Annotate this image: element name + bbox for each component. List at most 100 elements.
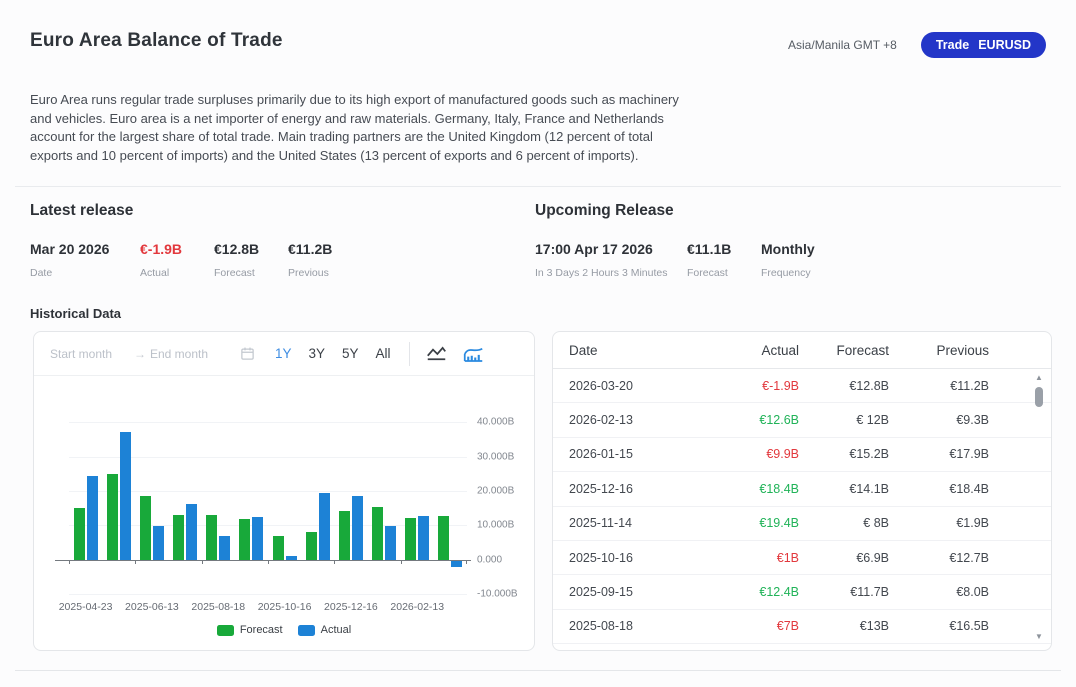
- y-axis-label: 40.000B: [477, 417, 514, 428]
- release-item: Monthly Frequency: [761, 241, 815, 279]
- range-button-all[interactable]: All: [376, 346, 391, 361]
- legend-label: Forecast: [240, 624, 283, 636]
- historical-data-heading: Historical Data: [30, 306, 1046, 321]
- bar-actual: [186, 504, 197, 560]
- release-value: €12.8B: [214, 241, 288, 257]
- x-axis-tick: [466, 560, 467, 564]
- cell-forecast: €13B: [799, 619, 889, 633]
- release-label: Date: [30, 267, 140, 279]
- cell-actual: €9.9B: [709, 447, 799, 461]
- header-right: Asia/Manila GMT +8 Trade EURUSD: [788, 32, 1046, 58]
- bar-actual: [352, 496, 363, 559]
- range-button-3y[interactable]: 3Y: [309, 346, 326, 361]
- cell-forecast: € 12B: [799, 413, 889, 427]
- release-value: €11.2B: [288, 241, 332, 257]
- cell-date: 2025-11-14: [569, 516, 709, 530]
- table-row: 2025-08-18€7B€13B€16.5B: [553, 610, 1051, 644]
- table-body: 2026-03-20€-1.9B€12.8B€11.2B2026-02-13€1…: [553, 369, 1051, 644]
- bar-forecast: [206, 515, 217, 560]
- latest-release-heading: Latest release: [30, 202, 535, 220]
- column-header-previous: Previous: [889, 343, 989, 358]
- bar-forecast: [173, 515, 184, 560]
- start-month-input[interactable]: [50, 347, 134, 361]
- release-value: 17:00 Apr 17 2026: [535, 241, 687, 257]
- description-text: Euro Area runs regular trade surpluses p…: [30, 91, 682, 165]
- cell-date: 2026-03-20: [569, 379, 709, 393]
- bar-forecast: [107, 474, 118, 560]
- scroll-thumb[interactable]: [1035, 387, 1043, 407]
- cell-previous: €16.5B: [889, 619, 989, 633]
- bar-forecast: [405, 518, 416, 559]
- upcoming-release-heading: Upcoming Release: [535, 202, 815, 220]
- chart-type-line-icon[interactable]: [426, 345, 447, 363]
- release-value: Mar 20 2026: [30, 241, 140, 257]
- controls-divider: [409, 342, 410, 366]
- x-axis-label: 2025-12-16: [324, 601, 378, 613]
- upcoming-release-section: Upcoming Release 17:00 Apr 17 2026 In 3 D…: [535, 202, 815, 279]
- cell-previous: €9.3B: [889, 413, 989, 427]
- bottom-divider: [15, 670, 1061, 671]
- release-label: Frequency: [761, 267, 815, 279]
- y-axis-label: -10.000B: [477, 589, 518, 600]
- bar-forecast: [74, 508, 85, 560]
- x-axis-label: 2026-02-13: [390, 601, 444, 613]
- x-axis-tick: [135, 560, 136, 564]
- trade-button-symbol: EURUSD: [978, 38, 1031, 52]
- table-row: 2025-11-14€19.4B€ 8B€1.9B: [553, 507, 1051, 541]
- x-axis-label: 2025-06-13: [125, 601, 179, 613]
- release-value: €11.1B: [687, 241, 761, 257]
- latest-release-items: Mar 20 2026Date€-1.9BActual€12.8BForecas…: [30, 241, 535, 279]
- x-axis-label: 2025-10-16: [258, 601, 312, 613]
- release-label: Previous: [288, 267, 332, 279]
- release-label: In 3 Days 2 Hours 3 Minutes: [535, 267, 687, 279]
- release-label: Forecast: [214, 267, 288, 279]
- cell-previous: €11.2B: [889, 379, 989, 393]
- cell-date: 2026-01-15: [569, 447, 709, 461]
- release-item: 17:00 Apr 17 2026 In 3 Days 2 Hours 3 Min…: [535, 241, 687, 279]
- latest-release-section: Latest release Mar 20 2026Date€-1.9BActu…: [30, 202, 535, 279]
- y-axis-label: 20.000B: [477, 485, 514, 496]
- bar-forecast: [273, 536, 284, 560]
- chart-controls: → 1Y3Y5YAll: [34, 332, 534, 376]
- bar-actual: [153, 526, 164, 559]
- y-axis-label: 0.000: [477, 554, 502, 565]
- historical-panels: → 1Y3Y5YAll: [0, 331, 1076, 651]
- cell-date: 2025-12-16: [569, 482, 709, 496]
- x-axis-tick: [69, 560, 70, 564]
- cell-date: 2025-09-15: [569, 585, 709, 599]
- range-button-1y[interactable]: 1Y: [275, 346, 292, 361]
- x-axis-label: 2025-04-23: [59, 601, 113, 613]
- table-row: 2026-02-13€12.6B€ 12B€9.3B: [553, 403, 1051, 437]
- scroll-down-icon[interactable]: ▼: [1035, 632, 1043, 642]
- release-value: Monthly: [761, 241, 815, 257]
- legend-swatch: [217, 625, 234, 636]
- chart-gridline: [69, 594, 467, 595]
- cell-actual: €12.4B: [709, 585, 799, 599]
- x-axis-label: 2025-08-18: [191, 601, 245, 613]
- cell-date: 2026-02-13: [569, 413, 709, 427]
- bar-forecast: [140, 496, 151, 559]
- release-label: Actual: [140, 267, 214, 279]
- cell-date: 2025-08-18: [569, 619, 709, 633]
- bar-forecast: [372, 507, 383, 559]
- bar-actual: [319, 493, 330, 560]
- chart-type-bar-icon[interactable]: [463, 345, 484, 363]
- legend-label: Actual: [321, 624, 352, 636]
- scroll-up-icon[interactable]: ▲: [1035, 373, 1043, 383]
- cell-actual: €-1.9B: [709, 379, 799, 393]
- cell-actual: €19.4B: [709, 516, 799, 530]
- bar-actual: [385, 526, 396, 560]
- legend-item[interactable]: Actual: [298, 624, 352, 636]
- trade-button[interactable]: Trade EURUSD: [921, 32, 1046, 58]
- cell-forecast: €11.7B: [799, 585, 889, 599]
- y-axis-label: 10.000B: [477, 520, 514, 531]
- calendar-icon[interactable]: [240, 346, 255, 361]
- cell-previous: €17.9B: [889, 447, 989, 461]
- table-scrollbar[interactable]: ▲ ▼: [1032, 373, 1046, 642]
- range-button-5y[interactable]: 5Y: [342, 346, 359, 361]
- end-month-input[interactable]: [150, 347, 234, 361]
- legend-item[interactable]: Forecast: [217, 624, 283, 636]
- bar-actual: [252, 517, 263, 560]
- trade-button-label: Trade: [936, 38, 969, 52]
- bar-forecast: [239, 519, 250, 559]
